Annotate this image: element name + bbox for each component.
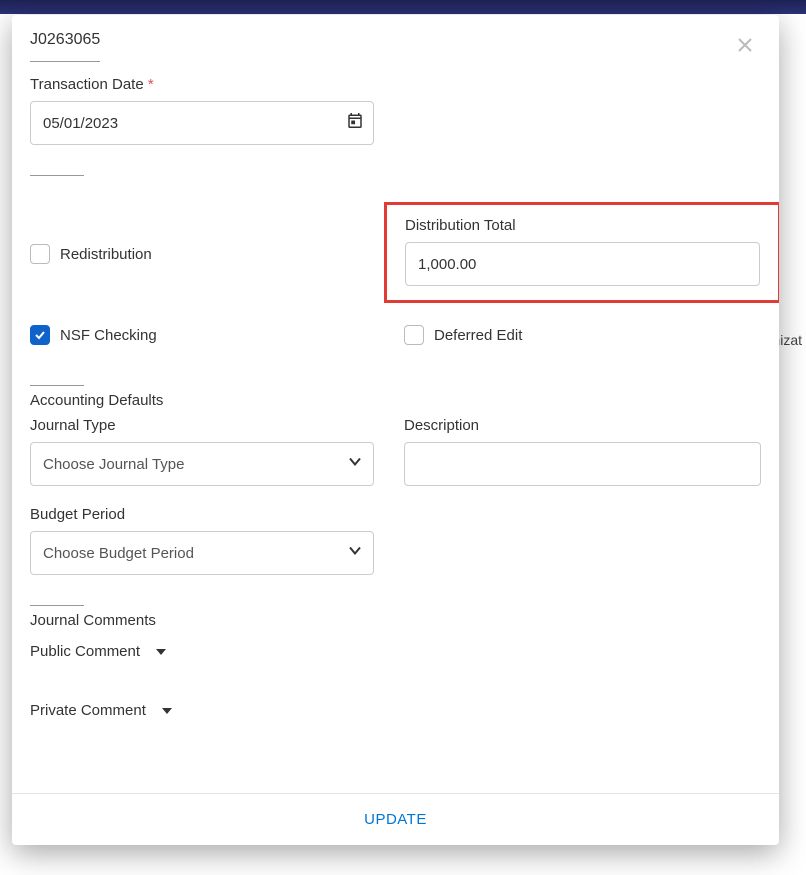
nsf-checking-checkbox-row: NSF Checking	[30, 325, 374, 345]
journal-type-select[interactable]	[30, 442, 374, 486]
close-icon	[737, 37, 753, 53]
journal-voucher-modal: J0263065 Transaction Date *	[12, 15, 779, 845]
distribution-total-label: Distribution Total	[405, 217, 760, 234]
journal-comments-heading: Journal Comments	[30, 612, 761, 629]
description-input[interactable]	[404, 442, 761, 486]
deferred-edit-checkbox[interactable]	[404, 325, 424, 345]
transaction-date-input[interactable]	[30, 101, 374, 145]
deferred-edit-checkbox-row: Deferred Edit	[404, 325, 761, 345]
divider	[30, 175, 84, 176]
update-button[interactable]: UPDATE	[358, 810, 433, 829]
modal-title: J0263065	[30, 31, 100, 62]
accounting-defaults-heading: Accounting Defaults	[30, 392, 761, 409]
redistribution-checkbox[interactable]	[30, 244, 50, 264]
description-label: Description	[404, 417, 761, 434]
divider	[30, 605, 84, 606]
budget-period-label: Budget Period	[30, 506, 761, 523]
public-comment-toggle[interactable]: Public Comment	[30, 643, 168, 660]
chevron-down-icon	[160, 704, 174, 718]
distribution-total-highlight: Distribution Total	[384, 202, 779, 303]
redistribution-label: Redistribution	[60, 246, 152, 263]
modal-footer: UPDATE	[12, 793, 779, 845]
journal-type-label: Journal Type	[30, 417, 374, 434]
nsf-checking-label: NSF Checking	[60, 327, 157, 344]
nsf-checking-checkbox[interactable]	[30, 325, 50, 345]
budget-period-select[interactable]	[30, 531, 374, 575]
redistribution-checkbox-row: Redistribution	[30, 244, 374, 264]
modal-header: J0263065	[12, 15, 779, 62]
distribution-total-input[interactable]	[405, 242, 760, 286]
chevron-down-icon	[154, 645, 168, 659]
divider	[30, 385, 84, 386]
deferred-edit-label: Deferred Edit	[434, 327, 522, 344]
transaction-date-label: Transaction Date *	[30, 76, 761, 93]
close-button[interactable]	[731, 31, 759, 59]
private-comment-toggle[interactable]: Private Comment	[30, 702, 174, 719]
modal-body[interactable]: Transaction Date * Redistribution	[12, 62, 779, 793]
